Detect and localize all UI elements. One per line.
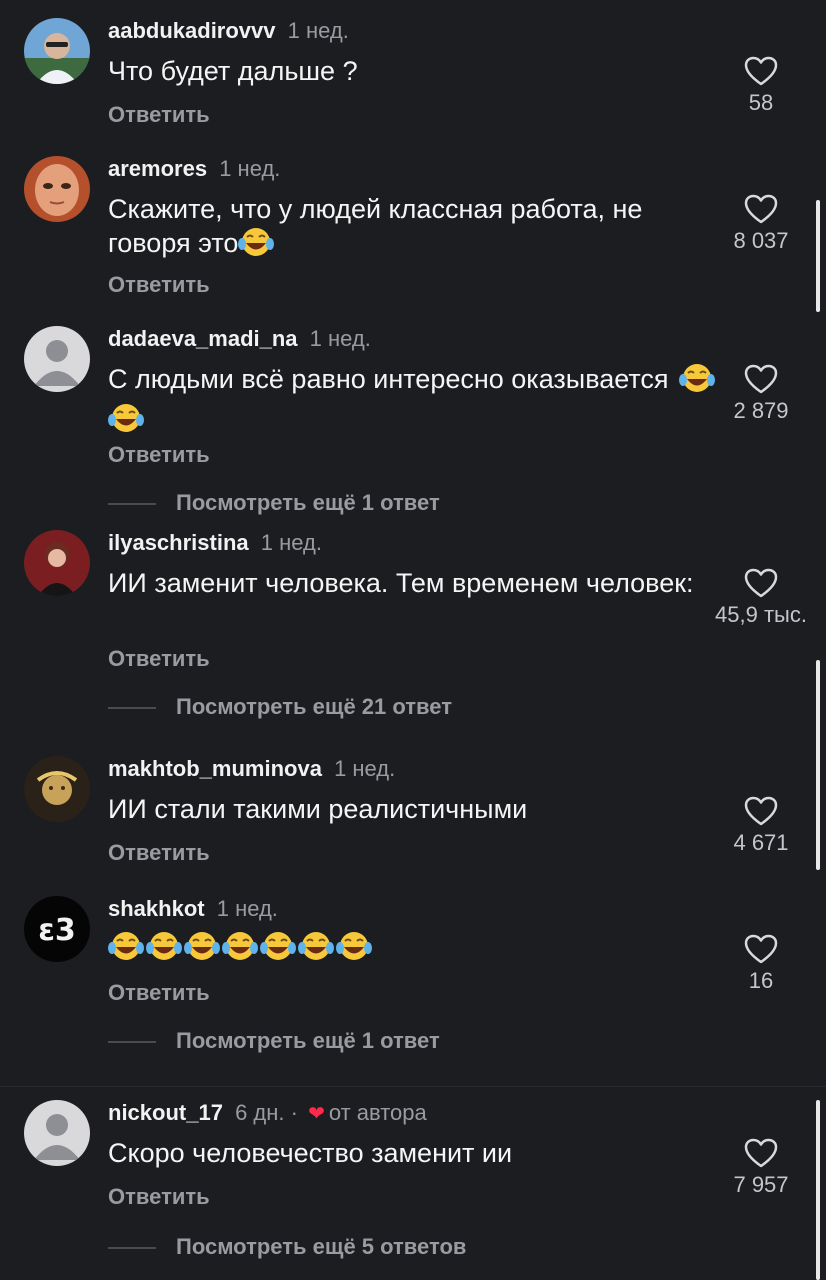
like-count: 7 957 (733, 1172, 789, 1197)
username[interactable]: ilyaschristina (108, 530, 249, 555)
username[interactable]: makhtob_muminova (108, 756, 322, 781)
scrollbar[interactable] (816, 660, 820, 870)
view-more-replies[interactable]: Посмотреть ещё 1 ответ (108, 490, 440, 516)
like-count: 8 037 (733, 228, 789, 253)
replies-line (108, 1041, 156, 1044)
like-button[interactable]: 45,9 тыс. (696, 568, 826, 628)
username[interactable]: aremores (108, 156, 207, 181)
comment-header: makhtob_muminova 1 нед. (108, 756, 395, 782)
comment-text-content: С людьми всё равно интересно оказывается (108, 364, 669, 394)
like-button[interactable]: 4 671 (696, 796, 826, 856)
reply-button[interactable]: Ответить (108, 442, 210, 468)
comment-header: ilyaschristina 1 нед. (108, 530, 322, 556)
heart-outline-icon (744, 568, 778, 598)
like-count: 58 (748, 90, 774, 115)
reply-button[interactable]: Ответить (108, 1184, 210, 1210)
laughing-tears-emoji (336, 930, 372, 970)
comment-header: dadaeva_madi_na 1 нед. (108, 326, 371, 352)
timestamp: 1 нед. (216, 896, 278, 921)
view-more-replies-label: Посмотреть ещё 1 ответ (176, 490, 440, 515)
comment-text-content: Скажите, что у людей классная работа, не… (108, 194, 643, 258)
timestamp: 1 нед. (309, 326, 371, 351)
like-button[interactable]: 8 037 (696, 194, 826, 254)
view-more-replies-label: Посмотреть ещё 5 ответов (176, 1234, 467, 1259)
view-more-replies[interactable]: Посмотреть ещё 5 ответов (108, 1234, 466, 1260)
avatar[interactable] (24, 156, 90, 222)
avatar[interactable]: ε3 (24, 896, 90, 962)
avatar[interactable] (24, 1100, 90, 1166)
comment-text: Скажите, что у людей классная работа, не… (108, 192, 718, 266)
comment-header: nickout_17 6 дн. · ❤ от автора (108, 1100, 427, 1126)
scrollbar[interactable] (816, 1100, 820, 1280)
view-more-replies-label: Посмотреть ещё 21 ответ (176, 694, 452, 719)
view-more-replies[interactable]: Посмотреть ещё 1 ответ (108, 1028, 440, 1054)
laughing-tears-emoji (238, 226, 275, 266)
avatar[interactable] (24, 326, 90, 392)
laughing-tears-emoji (108, 930, 144, 970)
heart-filled-icon: ❤ (308, 1103, 325, 1125)
avatar[interactable] (24, 530, 90, 596)
timestamp: 1 нед. (219, 156, 281, 181)
comment-header: shakhkot 1 нед. (108, 896, 278, 922)
comment-text: ИИ заменит человека. Тем временем челове… (108, 568, 694, 598)
avatar[interactable] (24, 18, 90, 84)
view-more-replies[interactable]: Посмотреть ещё 21 ответ (108, 694, 452, 720)
heart-outline-icon (744, 934, 778, 964)
comment-header: aremores 1 нед. (108, 156, 280, 182)
comment-text: ИИ стали такими реалистичными (108, 794, 528, 824)
timestamp: 1 нед. (287, 18, 349, 43)
svg-text:ε3: ε3 (38, 913, 76, 948)
liked-by-author-label: от автора (328, 1100, 427, 1125)
replies-line (108, 1247, 156, 1250)
heart-outline-icon (744, 796, 778, 826)
like-count: 16 (748, 968, 774, 993)
laughing-tears-emoji (146, 930, 182, 970)
like-button[interactable]: 16 (696, 934, 826, 994)
laughing-tears-emoji (184, 930, 220, 970)
laughing-tears-emoji (298, 930, 334, 970)
reply-button[interactable]: Ответить (108, 840, 210, 866)
like-button[interactable]: 7 957 (696, 1138, 826, 1198)
timestamp: 1 нед. (260, 530, 322, 555)
like-button[interactable]: 58 (696, 56, 826, 116)
view-more-replies-label: Посмотреть ещё 1 ответ (176, 1028, 440, 1053)
reply-button[interactable]: Ответить (108, 980, 210, 1006)
comment-text: Что будет дальше ? (108, 56, 358, 86)
laughing-tears-emoji (260, 930, 296, 970)
username[interactable]: aabdukadirovvv (108, 18, 276, 43)
like-count: 4 671 (733, 830, 789, 855)
timestamp: 1 нед. (334, 756, 396, 781)
username[interactable]: nickout_17 (108, 1100, 223, 1125)
reply-button[interactable]: Ответить (108, 646, 210, 672)
like-count: 2 879 (733, 398, 789, 423)
like-button[interactable]: 2 879 (696, 364, 826, 424)
username[interactable]: shakhkot (108, 896, 205, 921)
comment-header: aabdukadirovvv 1 нед. (108, 18, 349, 44)
section-divider (0, 1086, 826, 1087)
scrollbar[interactable] (816, 200, 820, 312)
heart-outline-icon (744, 364, 778, 394)
comment-text: С людьми всё равно интересно оказывается (108, 362, 718, 442)
reply-button[interactable]: Ответить (108, 272, 210, 298)
reply-button[interactable]: Ответить (108, 102, 210, 128)
timestamp: 6 дн. · (235, 1100, 298, 1125)
laughing-tears-emoji (222, 930, 258, 970)
replies-line (108, 707, 156, 710)
like-count: 45,9 тыс. (715, 602, 807, 627)
avatar[interactable] (24, 756, 90, 822)
replies-line (108, 503, 156, 506)
heart-outline-icon (744, 194, 778, 224)
comment-text: Скоро человечество заменит ии (108, 1138, 513, 1168)
heart-outline-icon (744, 1138, 778, 1168)
heart-outline-icon (744, 56, 778, 86)
laughing-tears-emoji (108, 402, 144, 442)
username[interactable]: dadaeva_madi_na (108, 326, 298, 351)
comment-text (108, 930, 718, 970)
